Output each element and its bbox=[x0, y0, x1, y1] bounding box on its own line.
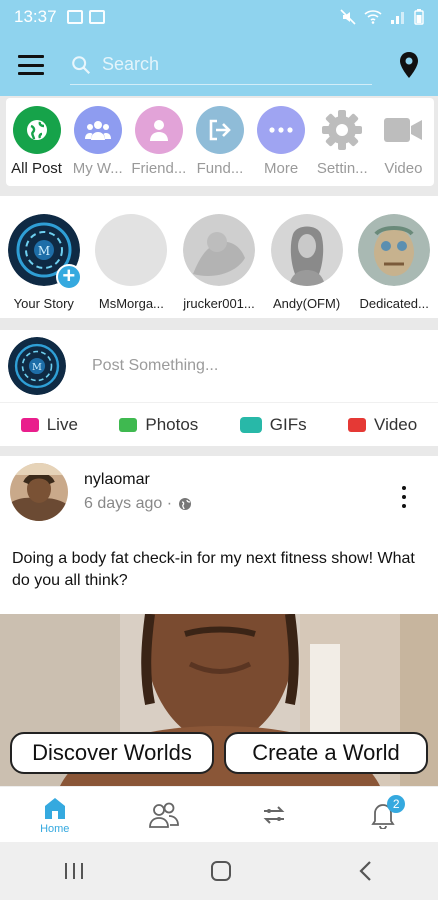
back-icon[interactable] bbox=[356, 860, 376, 882]
nav-home[interactable]: Home bbox=[25, 795, 85, 835]
people-icon bbox=[149, 802, 180, 828]
search-input[interactable] bbox=[102, 54, 352, 75]
quick-item-label: Friend... bbox=[131, 160, 187, 177]
live-icon bbox=[20, 417, 39, 432]
quick-item-settings[interactable]: Settin... bbox=[313, 106, 371, 186]
svg-text:M: M bbox=[38, 244, 50, 258]
composer-input[interactable]: Post Something... bbox=[92, 357, 218, 375]
story-item[interactable]: Andy(OFM) bbox=[267, 214, 347, 318]
status-time: 13:37 bbox=[14, 7, 57, 26]
gif-icon bbox=[239, 416, 262, 433]
story-label: Andy(OFM) bbox=[272, 296, 341, 311]
camera-icon bbox=[119, 417, 138, 432]
stories-row: M + Your Story MsMorga... jrucker001... … bbox=[0, 196, 438, 318]
quick-item-label: Video bbox=[384, 160, 423, 177]
search-bar bbox=[70, 45, 372, 85]
story-label: Your Story bbox=[13, 296, 74, 311]
home-icon bbox=[44, 797, 65, 819]
gifs-button[interactable]: GIFs bbox=[239, 414, 307, 435]
live-button[interactable]: Live bbox=[20, 414, 78, 435]
photos-label: Photos bbox=[145, 414, 199, 434]
wifi-icon bbox=[364, 10, 382, 24]
recent-apps-icon[interactable] bbox=[62, 861, 86, 881]
post-text: Doing a body fat check-in for my next fi… bbox=[12, 550, 415, 589]
search-icon bbox=[72, 55, 91, 74]
gear-icon bbox=[318, 106, 366, 154]
location-pin-icon[interactable] bbox=[398, 51, 420, 79]
story-label: Dedicated... bbox=[359, 296, 429, 311]
story-item[interactable]: MsMorga... bbox=[91, 214, 171, 318]
quick-item-friends[interactable]: Friend... bbox=[130, 106, 188, 186]
nav-home-label: Home bbox=[40, 822, 70, 835]
author-name[interactable]: nylaomar bbox=[84, 471, 192, 489]
story-avatar bbox=[182, 214, 255, 286]
quick-item-fund[interactable]: Fund... bbox=[191, 106, 249, 186]
home-button-icon[interactable] bbox=[210, 860, 232, 882]
composer-actions: Live Photos GIFs Video bbox=[0, 402, 438, 446]
app-notification-icon bbox=[88, 10, 105, 24]
add-story-icon[interactable]: + bbox=[55, 264, 82, 290]
story-your-story[interactable]: M + Your Story bbox=[4, 214, 84, 318]
quick-item-my-worlds[interactable]: My W... bbox=[69, 106, 127, 186]
photos-button[interactable]: Photos bbox=[119, 415, 198, 435]
gifs-label: GIFs bbox=[269, 414, 307, 434]
signal-icon bbox=[391, 12, 404, 24]
menu-icon[interactable] bbox=[18, 55, 44, 75]
nav-exchange[interactable] bbox=[244, 801, 304, 829]
globe-icon bbox=[12, 106, 61, 154]
system-navigation-bar bbox=[0, 842, 438, 900]
nav-notifications[interactable]: 2 bbox=[353, 794, 413, 829]
status-bar: 13:37 bbox=[0, 0, 438, 34]
exchange-icon bbox=[263, 805, 285, 824]
nav-friends[interactable] bbox=[134, 801, 194, 829]
create-world-button[interactable]: Create a World bbox=[224, 732, 428, 774]
top-app-bar bbox=[0, 34, 438, 96]
quick-item-label: Settin... bbox=[316, 160, 368, 177]
post-time: 6 days ago · bbox=[84, 495, 192, 513]
story-avatar bbox=[270, 214, 343, 286]
quick-item-label: Fund... bbox=[196, 160, 244, 177]
battery-icon bbox=[414, 9, 424, 25]
quick-item-more[interactable]: More bbox=[252, 106, 310, 186]
video-icon bbox=[379, 106, 427, 154]
post-options-icon[interactable] bbox=[402, 486, 408, 508]
person-icon bbox=[134, 106, 183, 154]
quick-item-label: My W... bbox=[72, 160, 123, 177]
app-root: 13:37 All Post My W... bbox=[0, 0, 438, 900]
story-label: MsMorga... bbox=[98, 296, 164, 311]
quick-item-all-post[interactable]: All Post bbox=[8, 106, 66, 186]
composer-row[interactable]: M Post Something... bbox=[0, 330, 438, 402]
story-item[interactable]: jrucker001... bbox=[179, 214, 259, 318]
more-icon bbox=[257, 106, 306, 154]
discover-worlds-button[interactable]: Discover Worlds bbox=[10, 732, 214, 774]
author-avatar[interactable] bbox=[10, 463, 68, 521]
gallery-notification-icon bbox=[66, 10, 83, 24]
svg-text:M: M bbox=[32, 362, 42, 373]
story-avatar bbox=[358, 214, 431, 286]
video-button[interactable]: Video bbox=[348, 415, 417, 435]
export-icon bbox=[195, 106, 244, 154]
status-icons bbox=[340, 9, 424, 25]
notification-badge: 2 bbox=[387, 794, 406, 813]
bottom-navigation: Home 2 bbox=[0, 786, 438, 842]
post-header: nylaomar 6 days ago · bbox=[0, 456, 438, 528]
quick-item-video[interactable]: Video bbox=[374, 106, 432, 186]
video-camera-icon bbox=[348, 417, 367, 432]
quick-menu: All Post My W... Friend... Fund... More bbox=[6, 98, 434, 186]
live-label: Live bbox=[46, 414, 78, 434]
story-item[interactable]: Dedicated... bbox=[354, 214, 434, 318]
quick-item-label: All Post bbox=[11, 160, 62, 177]
story-avatar bbox=[95, 214, 168, 286]
mute-icon bbox=[340, 9, 356, 25]
quick-item-label: More bbox=[264, 160, 299, 177]
post-time-text: 6 days ago · bbox=[84, 495, 173, 512]
story-label: jrucker001... bbox=[183, 296, 255, 311]
user-avatar: M bbox=[8, 337, 66, 395]
post-meta: nylaomar 6 days ago · bbox=[84, 471, 192, 513]
video-label: Video bbox=[374, 414, 418, 434]
group-icon bbox=[73, 106, 122, 154]
post-composer: M Post Something... Live Photos GIFs Vid… bbox=[0, 330, 438, 446]
globe-privacy-icon bbox=[179, 498, 192, 510]
